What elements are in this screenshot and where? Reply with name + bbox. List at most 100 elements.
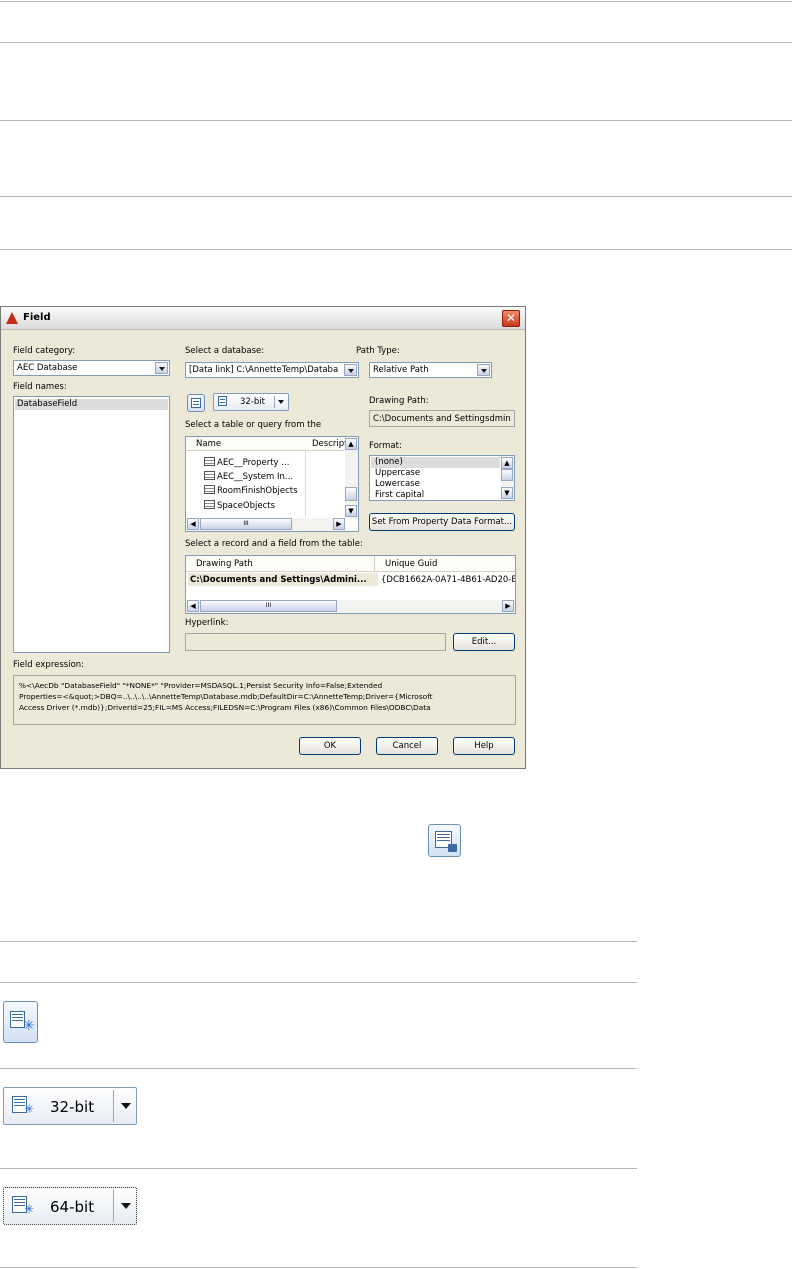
column-header-unique-guid[interactable]: Unique Guid [385,559,437,569]
scroll-thumb[interactable] [501,469,513,481]
table-rule-8 [0,1068,637,1069]
table-rule-5 [0,249,792,250]
dialog-title: Field [23,312,51,323]
format-scrollbar[interactable]: ▲ ▼ [501,456,514,500]
table-rule-10 [0,1267,637,1268]
close-button[interactable]: ✕ [502,310,520,327]
select-database-label: Select a database: [185,346,265,356]
32-bit-label: 32-bit [50,1098,95,1116]
table-rule-2 [0,42,792,43]
table-icon [204,500,215,509]
format-option[interactable]: Lowercase [375,479,420,489]
record-table[interactable]: Drawing Path Unique Guid C:\Documents an… [185,555,516,614]
field-names-label: Field names: [13,382,67,392]
database-select[interactable]: [Data link] C:\AnnetteTemp\Databa [185,362,359,378]
format-label: Format: [369,441,402,451]
64-bit-label: 64-bit [50,1198,95,1216]
table-rule-1 [0,1,792,2]
record-horizontal-scrollbar[interactable]: ◀ III ▶ [186,600,515,613]
cancel-button[interactable]: Cancel [376,737,438,755]
field-expression-line: Access Driver (*.mdb)};DriverId=25;FIL=M… [19,703,431,712]
field-category-label: Field category: [13,346,76,356]
set-from-property-data-format-button[interactable]: Set From Property Data Format... [369,513,515,531]
sparkle-icon: ✳ [24,1102,35,1116]
dialog-titlebar[interactable]: Field ✕ [1,307,525,330]
field-name-item: DatabaseField [17,399,78,409]
database-icon [218,396,230,408]
table-row[interactable]: AEC__Property ... [204,457,289,468]
field-expression-line: %<\AecDb "DatabaseField" "*NONE*" "Provi… [19,681,383,690]
scroll-up-icon[interactable]: ▲ [501,457,513,469]
field-category-select[interactable]: AEC Database [13,360,170,376]
scroll-thumb[interactable]: III [200,600,337,612]
select-table-label: Select a table or query from the [185,420,322,430]
format-option[interactable]: Uppercase [375,468,420,478]
bitness-split-button[interactable]: 32-bit [213,393,289,411]
dropdown-arrow-icon [121,1103,131,1109]
ok-button[interactable]: OK [299,737,361,755]
field-dialog: Field ✕ Field category: AEC Database Fie… [0,306,526,769]
close-icon: ✕ [505,311,517,325]
table-icon [204,471,215,480]
database-value: [Data link] C:\AnnetteTemp\Databa [189,365,339,375]
database-icon [191,398,201,408]
format-list[interactable]: (none) Uppercase Lowercase First capital… [369,455,515,501]
32-bit-split-button-icon: ✳ 32-bit [3,1087,137,1125]
field-expression-label: Field expression: [13,660,85,670]
hyperlink-label: Hyperlink: [185,618,229,628]
scroll-left-icon[interactable]: ◀ [187,518,199,530]
scroll-down-icon[interactable]: ▼ [345,505,357,517]
list-item-selected[interactable]: DatabaseField [15,399,168,410]
record-unique-guid[interactable]: {DCB1662A-0A71-4B61-AD20-E [381,575,515,585]
column-header-name[interactable]: Name [196,439,221,449]
database-connection-icon: ✳ [3,1001,38,1043]
database-icon: ✳ [10,1196,34,1218]
table-rule-6 [0,941,637,942]
64-bit-split-button-icon: ✳ 64-bit [3,1187,137,1225]
table-rule-3 [0,120,792,121]
chevron-down-icon[interactable] [344,364,357,376]
table-row[interactable]: SpaceObjects [204,500,275,511]
scroll-left-icon[interactable]: ◀ [187,600,199,612]
scroll-thumb[interactable]: III [200,518,292,530]
scroll-thumb[interactable] [345,487,357,501]
scroll-right-icon[interactable]: ▶ [333,518,345,530]
table-horizontal-scrollbar[interactable]: ◀ III ▶ [186,518,346,531]
format-option[interactable]: First capital [375,490,424,500]
scroll-right-icon[interactable]: ▶ [502,600,514,612]
format-option[interactable]: (none) [375,457,403,467]
field-names-list[interactable]: DatabaseField [13,396,170,653]
table-row[interactable]: RoomFinishObjects [204,485,298,496]
drawing-path-field: C:\Documents and Settingsdmine [369,410,515,427]
record-table-header: Drawing Path Unique Guid [186,556,515,572]
table-query-list[interactable]: Name Descripti AEC__Property ... AEC__Sy… [185,436,359,532]
autocad-app-icon [6,312,18,324]
path-type-label: Path Type: [356,346,400,356]
table-vertical-scrollbar[interactable]: ▲ ▼ [345,437,358,519]
record-drawing-path[interactable]: C:\Documents and Settings\Admini... [190,575,367,585]
dropdown-arrow-icon[interactable] [278,400,284,404]
bitness-label: 32-bit [240,397,265,407]
table-icon [204,485,215,494]
table-rule-4 [0,196,792,197]
database-icon: ✳ [10,1096,35,1118]
table-rule-9 [0,1168,637,1169]
help-button[interactable]: Help [453,737,515,755]
field-expression-box: %<\AecDb "DatabaseField" "*NONE*" "Provi… [13,675,516,725]
table-row[interactable]: AEC__System In... [204,471,293,482]
path-type-select[interactable]: Relative Path [369,362,492,378]
edit-button[interactable]: Edit... [453,633,515,651]
database-connection-icon [428,824,461,857]
chevron-down-icon[interactable] [477,364,490,376]
scroll-up-icon[interactable]: ▲ [345,438,357,450]
field-category-value: AEC Database [17,363,78,373]
hyperlink-field [185,633,446,651]
database-connection-button[interactable] [187,394,205,412]
column-header-drawing-path[interactable]: Drawing Path [196,559,253,569]
select-record-label: Select a record and a field from the tab… [185,539,363,549]
scroll-down-icon[interactable]: ▼ [501,487,513,499]
drawing-path-value: C:\Documents and Settingsdmine [373,414,511,424]
scroll-grip: III [265,602,272,609]
chevron-down-icon[interactable] [155,362,168,374]
table-rule-7 [0,982,637,983]
